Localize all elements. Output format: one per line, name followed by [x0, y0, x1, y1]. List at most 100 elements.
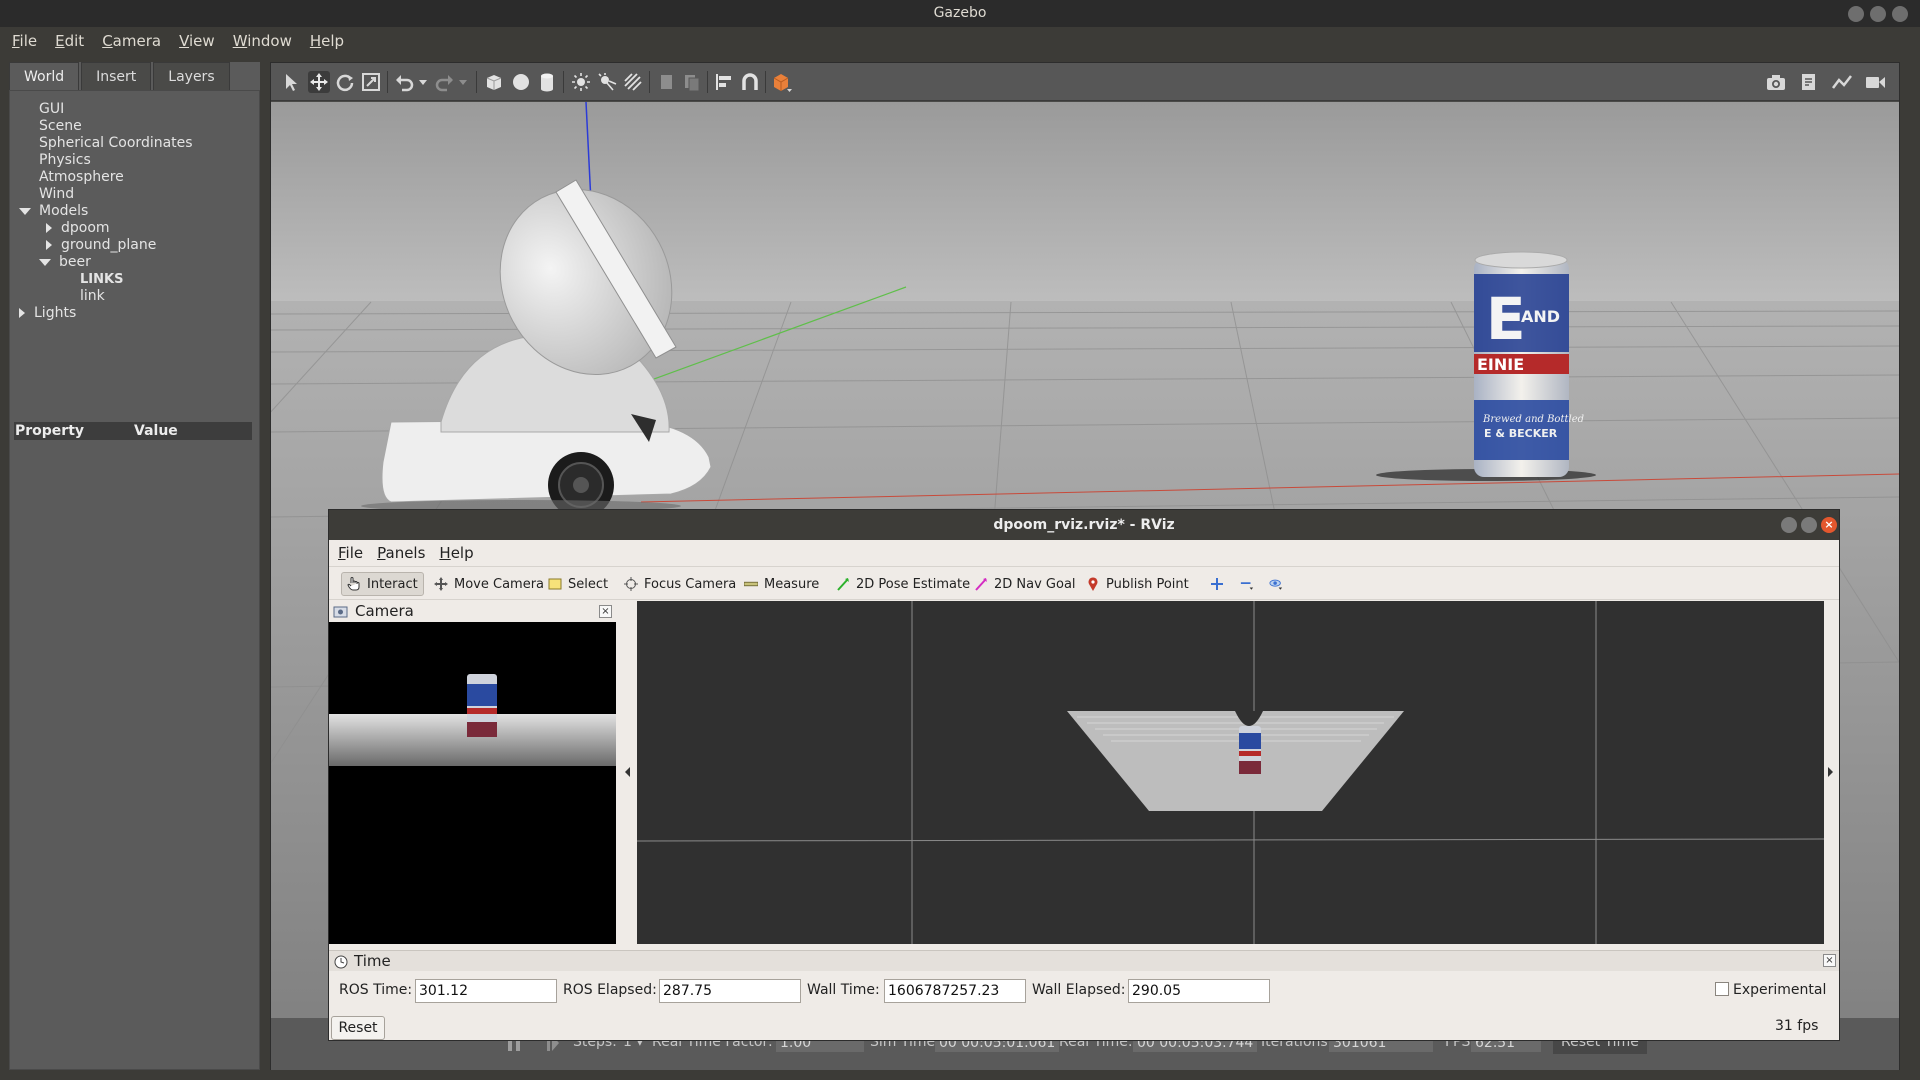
expand-right-icon[interactable]: [46, 223, 52, 233]
rviz-menu-help[interactable]: Help: [439, 544, 473, 562]
experimental-label: Experimental: [1733, 982, 1827, 998]
tree-item-spherical-coordinates[interactable]: Spherical Coordinates: [39, 135, 193, 152]
tool-2d-pose-estimate[interactable]: 2D Pose Estimate: [831, 572, 975, 596]
tree-item-gui[interactable]: GUI: [39, 101, 64, 118]
wall-elapsed-field[interactable]: 290.05: [1128, 979, 1270, 1003]
plot-icon[interactable]: [1831, 71, 1853, 93]
menu-view[interactable]: View: [179, 32, 215, 50]
tree-item-links[interactable]: LINKS: [80, 271, 123, 288]
remove-tool-icon[interactable]: [1235, 572, 1259, 596]
redo-icon[interactable]: [434, 71, 456, 93]
time-panel-header: Time ×: [329, 951, 1839, 971]
undo-icon[interactable]: [393, 71, 415, 93]
tree-item-atmosphere[interactable]: Atmosphere: [39, 169, 124, 186]
tree-item-ground-plane[interactable]: ground_plane: [46, 237, 156, 254]
undo-dropdown-icon[interactable]: [417, 71, 429, 93]
log-icon[interactable]: [1798, 71, 1820, 93]
tool-measure[interactable]: Measure: [739, 572, 824, 596]
can-name-text: EINIE: [1477, 355, 1524, 374]
minimize-button[interactable]: [1848, 6, 1864, 22]
tab-insert[interactable]: Insert: [81, 62, 152, 90]
tool-move-camera[interactable]: Move Camera: [429, 572, 549, 596]
select-arrow-icon[interactable]: [281, 71, 303, 93]
camera-panel-close-icon[interactable]: ×: [599, 605, 612, 618]
menu-camera[interactable]: Camera: [102, 32, 161, 50]
ros-time-field[interactable]: 301.12: [415, 979, 557, 1003]
cylinder-shape-icon[interactable]: [536, 71, 558, 93]
menu-file[interactable]: File: [12, 32, 37, 50]
change-view-icon[interactable]: [771, 71, 793, 93]
rviz-minimize-button[interactable]: [1781, 517, 1797, 533]
tool-select[interactable]: Select: [543, 572, 613, 596]
wall-time-field[interactable]: 1606787257.23: [884, 979, 1026, 1003]
close-button[interactable]: [1892, 6, 1908, 22]
box-shape-icon[interactable]: [483, 71, 505, 93]
tool-publish-point-label: Publish Point: [1106, 576, 1189, 592]
rotate-mode-icon[interactable]: [334, 71, 356, 93]
select-box-icon: [548, 577, 562, 591]
rviz-menu-panels[interactable]: Panels: [377, 544, 425, 562]
experimental-checkbox[interactable]: [1715, 982, 1729, 996]
tree-item-dpoom[interactable]: dpoom: [46, 220, 110, 237]
rviz-title-bar: dpoom_rviz.rviz* - RViz ×: [329, 510, 1839, 540]
menu-edit[interactable]: Edit: [55, 32, 84, 50]
reset-button[interactable]: Reset: [331, 1016, 385, 1040]
time-panel: Time × ROS Time: 301.12 ROS Elapsed: 287…: [329, 950, 1839, 1041]
tool-move-camera-label: Move Camera: [454, 576, 545, 592]
left-splitter-arrow-icon[interactable]: [625, 767, 630, 777]
screenshot-camera-icon[interactable]: [1765, 71, 1787, 93]
camera-image-view: [329, 622, 616, 944]
tree-item-link[interactable]: link: [80, 288, 105, 305]
sphere-shape-icon[interactable]: [510, 71, 532, 93]
tree-item-models[interactable]: Models: [19, 203, 88, 220]
spot-light-icon[interactable]: [596, 71, 618, 93]
tree-item-beer[interactable]: beer: [39, 254, 91, 271]
redo-dropdown-icon[interactable]: [457, 71, 469, 93]
tool-focus-camera-label: Focus Camera: [644, 576, 737, 592]
tool-measure-label: Measure: [764, 576, 820, 592]
align-icon[interactable]: [713, 71, 735, 93]
snap-magnet-icon[interactable]: [739, 71, 761, 93]
panel-tabs: World Insert Layers: [9, 62, 232, 90]
directional-light-icon[interactable]: [622, 71, 644, 93]
rviz-maximize-button[interactable]: [1801, 517, 1817, 533]
tool-focus-camera[interactable]: Focus Camera: [619, 572, 741, 596]
add-tool-icon[interactable]: [1205, 572, 1229, 596]
tree-label-lights: Lights: [34, 305, 77, 321]
ros-elapsed-field[interactable]: 287.75: [659, 979, 801, 1003]
menu-help[interactable]: Help: [310, 32, 344, 50]
maximize-button[interactable]: [1870, 6, 1886, 22]
rviz-3d-view[interactable]: [636, 601, 1825, 944]
expand-down-icon[interactable]: [39, 258, 51, 266]
scale-mode-icon[interactable]: [360, 71, 382, 93]
tool-interact[interactable]: Interact: [341, 572, 424, 596]
point-light-icon[interactable]: [570, 71, 592, 93]
time-panel-close-icon[interactable]: ×: [1823, 954, 1836, 967]
ros-time-label: ROS Time:: [339, 982, 413, 998]
tool-2d-nav-goal[interactable]: 2D Nav Goal: [969, 572, 1081, 596]
tab-world[interactable]: World: [9, 62, 80, 90]
world-tree: GUI Scene Spherical Coordinates Physics …: [9, 90, 260, 1070]
tree-item-scene[interactable]: Scene: [39, 118, 82, 135]
expand-right-icon[interactable]: [19, 308, 25, 318]
menu-window[interactable]: Window: [233, 32, 292, 50]
copy-icon[interactable]: [655, 71, 677, 93]
rviz-close-button[interactable]: ×: [1821, 517, 1837, 533]
tree-item-wind[interactable]: Wind: [39, 186, 74, 203]
gazebo-toolbar: [271, 63, 1899, 101]
rviz-menu-file[interactable]: File: [338, 544, 363, 562]
paste-icon[interactable]: [681, 71, 703, 93]
view-options-eye-icon[interactable]: [1264, 572, 1288, 596]
tree-item-lights[interactable]: Lights: [19, 305, 76, 322]
expand-right-icon[interactable]: [46, 240, 52, 250]
translate-mode-icon[interactable]: [308, 71, 330, 93]
map-pin-icon: [1086, 577, 1100, 591]
tree-item-physics[interactable]: Physics: [39, 152, 91, 169]
video-record-icon[interactable]: [1864, 71, 1886, 93]
tool-publish-point[interactable]: Publish Point: [1081, 572, 1194, 596]
expand-down-icon[interactable]: [19, 207, 31, 215]
window-controls: [1848, 6, 1908, 22]
right-splitter-arrow-icon[interactable]: [1828, 767, 1833, 777]
property-column-label: Property: [15, 423, 85, 439]
tab-layers[interactable]: Layers: [153, 62, 230, 90]
